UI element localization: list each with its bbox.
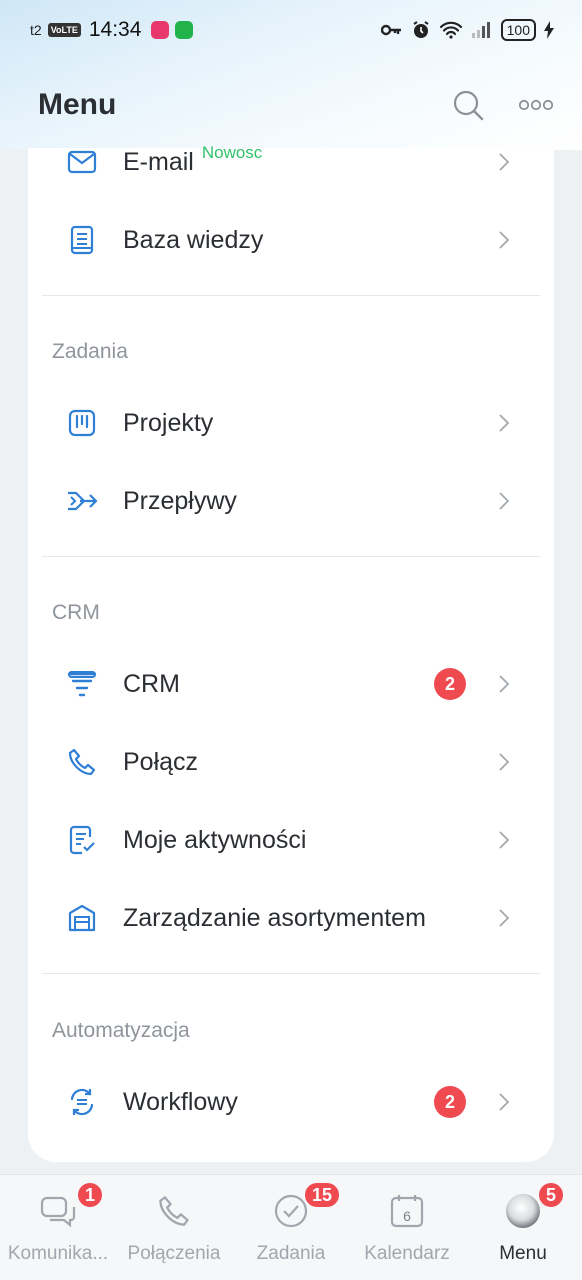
divider xyxy=(42,973,540,974)
notification-badge: 2 xyxy=(434,1086,466,1118)
notification-app-icon xyxy=(151,21,170,39)
calendar-day: 6 xyxy=(403,1208,411,1224)
key-icon xyxy=(380,24,401,36)
nav-tab-calendar[interactable]: 6 Kalendarz xyxy=(349,1175,465,1280)
menu-item-label: Projekty xyxy=(123,408,214,437)
avatar xyxy=(505,1193,541,1229)
section-title-crm: CRM xyxy=(52,601,100,624)
notification-badge: 2 xyxy=(434,668,466,700)
chevron-right-icon xyxy=(499,153,510,171)
bottom-navigation: 1 Komunika... Połączenia 15 Zadania 6 Ka… xyxy=(0,1174,582,1280)
chevron-right-icon xyxy=(499,753,510,771)
nav-label: Kalendarz xyxy=(364,1243,450,1264)
checklist-icon xyxy=(66,824,98,856)
menu-item-knowledge-base[interactable]: Baza wiedzy xyxy=(28,201,554,279)
kanban-icon xyxy=(66,407,98,439)
menu-item-label: Przepływy xyxy=(123,486,237,515)
battery-indicator: 100 xyxy=(500,19,536,41)
nav-badge: 5 xyxy=(537,1181,566,1209)
status-bar: t2 VoLTE 14:34 100 xyxy=(0,0,582,60)
menu-item-label: Baza wiedzy xyxy=(123,225,264,254)
signal-icon xyxy=(471,22,490,38)
nav-label: Połączenia xyxy=(127,1243,221,1264)
page-title: Menu xyxy=(38,88,117,121)
workflow-cycle-icon xyxy=(66,1086,98,1118)
menu-card: E-mail Nowosc Baza wiedzy Zadania Projekt… xyxy=(28,143,554,1162)
nav-label: Komunika... xyxy=(7,1243,109,1264)
nav-tab-menu[interactable]: 5 Menu xyxy=(465,1175,581,1280)
chevron-right-icon xyxy=(499,1093,510,1111)
menu-item-email[interactable]: E-mail Nowosc xyxy=(28,123,554,201)
menu-item-label: Połącz xyxy=(123,747,199,776)
envelope-icon xyxy=(66,146,98,178)
phone-icon xyxy=(156,1193,192,1229)
chevron-right-icon xyxy=(499,414,510,432)
menu-item-label: Workflowy xyxy=(123,1087,238,1116)
nav-badge: 15 xyxy=(303,1181,342,1209)
nav-tab-tasks[interactable]: 15 Zadania xyxy=(233,1175,349,1280)
menu-item-workflows[interactable]: Workflowy 2 xyxy=(28,1063,554,1141)
volte-badge: VoLTE xyxy=(47,23,81,37)
nav-tab-calls[interactable]: Połączenia xyxy=(116,1175,232,1280)
search-icon[interactable] xyxy=(452,89,484,121)
notification-app-icon-2 xyxy=(175,21,194,39)
nav-tab-messenger[interactable]: 1 Komunika... xyxy=(0,1175,116,1280)
chevron-right-icon xyxy=(499,675,510,693)
nav-label: Menu xyxy=(499,1243,547,1264)
divider xyxy=(42,295,540,296)
chat-icon xyxy=(40,1193,76,1229)
carrier-label: t2 xyxy=(30,22,42,38)
chevron-right-icon xyxy=(499,231,510,249)
section-title-tasks: Zadania xyxy=(52,340,128,363)
section-title-automation: Automatyzacja xyxy=(52,1019,190,1042)
chevron-right-icon xyxy=(499,909,510,927)
status-time: 14:34 xyxy=(88,18,142,41)
calendar-icon: 6 xyxy=(389,1193,425,1229)
menu-item-label: Zarządzanie asortymentem xyxy=(123,903,426,932)
warehouse-icon xyxy=(66,902,98,934)
divider xyxy=(42,556,540,557)
chevron-right-icon xyxy=(499,492,510,510)
menu-item-my-activities[interactable]: Moje aktywności xyxy=(28,801,554,879)
nav-badge: 1 xyxy=(76,1181,105,1209)
menu-item-projects[interactable]: Projekty xyxy=(28,384,554,462)
nav-label: Zadania xyxy=(256,1243,326,1264)
menu-item-crm[interactable]: CRM 2 xyxy=(28,645,554,723)
flow-icon xyxy=(66,485,98,517)
new-tag: Nowosc xyxy=(201,142,263,162)
menu-item-label: E-mail xyxy=(123,147,194,176)
charging-icon xyxy=(544,21,554,39)
menu-item-inventory-management[interactable]: Zarządzanie asortymentem xyxy=(28,879,554,957)
menu-item-label: CRM xyxy=(123,669,180,698)
book-icon xyxy=(66,224,98,256)
menu-item-label: Moje aktywności xyxy=(123,825,307,854)
menu-item-flows[interactable]: Przepływy xyxy=(28,462,554,540)
alarm-icon xyxy=(413,21,429,38)
wifi-icon xyxy=(439,21,462,39)
phone-icon xyxy=(66,746,98,778)
menu-item-connect[interactable]: Połącz xyxy=(28,723,554,801)
funnel-icon xyxy=(66,668,98,700)
more-icon[interactable] xyxy=(518,99,554,111)
chevron-right-icon xyxy=(499,831,510,849)
